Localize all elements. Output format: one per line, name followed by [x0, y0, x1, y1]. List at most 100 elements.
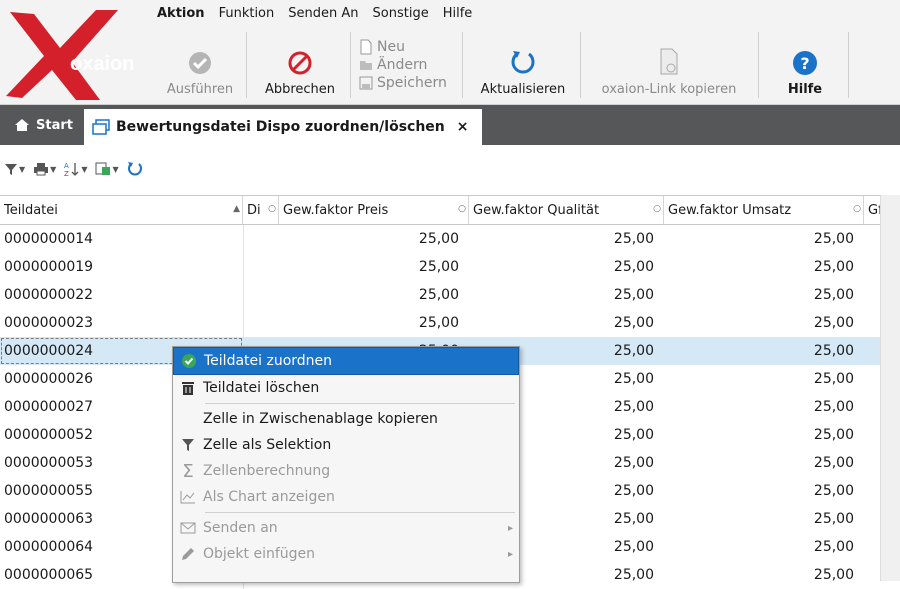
save-icon [359, 76, 373, 90]
window-icon [92, 119, 110, 135]
cell-gew-umsatz[interactable]: 25,00 [664, 421, 864, 449]
cell-gew-umsatz[interactable]: 25,00 [664, 253, 864, 281]
cell-teildatei[interactable]: 0000000014 [0, 225, 243, 253]
cancel-icon [288, 51, 312, 75]
cell-gew-umsatz[interactable]: 25,00 [664, 225, 864, 253]
tab-title: Bewertungsdatei Dispo zuordnen/löschen [116, 119, 445, 135]
print-dropdown[interactable]: ▼ [33, 162, 56, 176]
cell-gew-preis[interactable]: 25,00 [279, 309, 469, 337]
menu-aktion[interactable]: Aktion [157, 6, 205, 26]
chevron-down-icon: ▼ [19, 164, 26, 174]
print-icon [34, 163, 49, 176]
context-menu: Teildatei zuordnen Teildatei löschen Zel… [172, 346, 520, 583]
toolbar-divider [758, 32, 759, 98]
tab-bewertungsdatei[interactable]: Bewertungsdatei Dispo zuordnen/löschen × [84, 109, 482, 145]
cell-gew-preis[interactable]: 25,00 [279, 225, 469, 253]
copy-link-button[interactable]: oxaion-Link kopieren [584, 30, 754, 102]
tab-strip: Start Bewertungsdatei Dispo zuordnen/lös… [0, 105, 900, 145]
cell-di[interactable] [243, 253, 279, 281]
oxaion-logo: oxaion [0, 0, 152, 104]
cell-di[interactable] [243, 281, 279, 309]
toolbar-divider [350, 32, 351, 98]
sort-ascending-icon: ▲ [233, 204, 240, 214]
toolbar-divider [848, 32, 849, 98]
refresh-icon [511, 51, 535, 74]
menubar: Aktion Funktion Senden An Sonstige Hilfe [157, 6, 472, 26]
help-button[interactable]: ? Hilfe [770, 30, 840, 102]
column-menu-icon: ○ [853, 204, 861, 214]
export-dropdown[interactable]: ▼ [95, 162, 119, 176]
menu-item-insert-object[interactable]: Objekt einfügen ▸ [173, 541, 519, 567]
pencil-icon [182, 548, 194, 560]
menu-funktion[interactable]: Funktion [219, 6, 275, 26]
menu-item-show-chart[interactable]: Als Chart anzeigen [173, 484, 519, 510]
table-row[interactable]: 0000000022 25,00 25,00 25,00 [0, 281, 900, 309]
cell-gew-preis[interactable]: 25,00 [279, 253, 469, 281]
chevron-right-icon: ▸ [507, 522, 513, 534]
menu-item-assign[interactable]: Teildatei zuordnen [173, 347, 519, 375]
change-button[interactable]: Ändern [359, 56, 459, 74]
chevron-down-icon: ▼ [112, 164, 119, 174]
menu-item-send-to[interactable]: Senden an ▸ [173, 515, 519, 541]
cell-gew-umsatz[interactable]: 25,00 [664, 533, 864, 561]
cell-gew-umsatz[interactable]: 25,00 [664, 449, 864, 477]
cell-teildatei[interactable]: 0000000019 [0, 253, 243, 281]
cell-gew-umsatz[interactable]: 25,00 [664, 561, 864, 589]
help-icon: ? [793, 51, 817, 75]
cell-gew-umsatz[interactable]: 25,00 [664, 309, 864, 337]
chart-icon [180, 491, 195, 504]
column-menu-icon: ○ [458, 204, 466, 214]
menu-item-copy-cell[interactable]: Zelle in Zwischenablage kopieren [173, 406, 519, 432]
filter-dropdown[interactable]: ▼ [4, 162, 25, 176]
cell-gew-umsatz[interactable]: 25,00 [664, 477, 864, 505]
column-header-qualitaet[interactable]: Gew.faktor Qualität ○ [469, 196, 664, 224]
chevron-down-icon: ▼ [81, 164, 88, 174]
new-button[interactable]: Neu [359, 38, 459, 56]
cell-gew-umsatz[interactable]: 25,00 [664, 281, 864, 309]
execute-button[interactable]: Ausführen [160, 30, 240, 102]
cell-gew-preis[interactable]: 25,00 [279, 281, 469, 309]
cell-teildatei[interactable]: 0000000023 [0, 309, 243, 337]
cell-gew-qualitaet[interactable]: 25,00 [469, 309, 664, 337]
grid-toolbar: ▼ ▼ A Z ▼ ▼ [4, 158, 143, 180]
envelope-icon [180, 522, 196, 534]
save-button[interactable]: Speichern [359, 74, 459, 92]
cell-gew-qualitaet[interactable]: 25,00 [469, 253, 664, 281]
toolbar-divider [462, 32, 463, 98]
cell-gew-umsatz[interactable]: 25,00 [664, 365, 864, 393]
menu-separator [205, 512, 515, 513]
cell-gew-umsatz[interactable]: 25,00 [664, 337, 864, 365]
menu-item-delete[interactable]: Teildatei löschen [173, 375, 519, 401]
menu-senden-an[interactable]: Senden An [288, 6, 358, 26]
cell-gew-umsatz[interactable]: 25,00 [664, 505, 864, 533]
menu-hilfe[interactable]: Hilfe [443, 6, 473, 26]
cell-gew-qualitaet[interactable]: 25,00 [469, 225, 664, 253]
table-row[interactable]: 0000000019 25,00 25,00 25,00 [0, 253, 900, 281]
menu-item-cell-selection[interactable]: Zelle als Selektion [173, 432, 519, 458]
grid-refresh-button[interactable] [127, 161, 143, 177]
cancel-button[interactable]: Abbrechen [254, 30, 346, 102]
column-menu-icon: ○ [268, 204, 276, 214]
cell-gew-qualitaet[interactable]: 25,00 [469, 281, 664, 309]
tab-start[interactable]: Start [0, 105, 80, 145]
filter-icon [5, 164, 17, 175]
table-row[interactable]: 0000000014 25,00 25,00 25,00 [0, 225, 900, 253]
home-icon [15, 119, 29, 131]
cell-gew-umsatz[interactable]: 25,00 [664, 393, 864, 421]
sort-dropdown[interactable]: A Z ▼ [64, 161, 87, 177]
column-header-umsatz[interactable]: Gew.faktor Umsatz ○ [664, 196, 864, 224]
menu-sonstige[interactable]: Sonstige [373, 6, 429, 26]
menu-item-cell-calculation[interactable]: Σ Zellenberechnung [173, 458, 519, 484]
cell-di[interactable] [243, 225, 279, 253]
column-header-preis[interactable]: Gew.faktor Preis ○ [279, 196, 469, 224]
svg-text:A: A [64, 162, 69, 170]
excel-export-icon [95, 162, 111, 175]
vertical-scrollbar[interactable] [880, 195, 900, 581]
refresh-button[interactable]: Aktualisieren [468, 30, 578, 102]
column-header-di[interactable]: Di ○ [243, 196, 279, 224]
table-row[interactable]: 0000000023 25,00 25,00 25,00 [0, 309, 900, 337]
cell-teildatei[interactable]: 0000000022 [0, 281, 243, 309]
column-header-teildatei[interactable]: Teildatei ▲ [0, 196, 243, 224]
close-tab-icon[interactable]: × [457, 119, 469, 135]
cell-di[interactable] [243, 309, 279, 337]
